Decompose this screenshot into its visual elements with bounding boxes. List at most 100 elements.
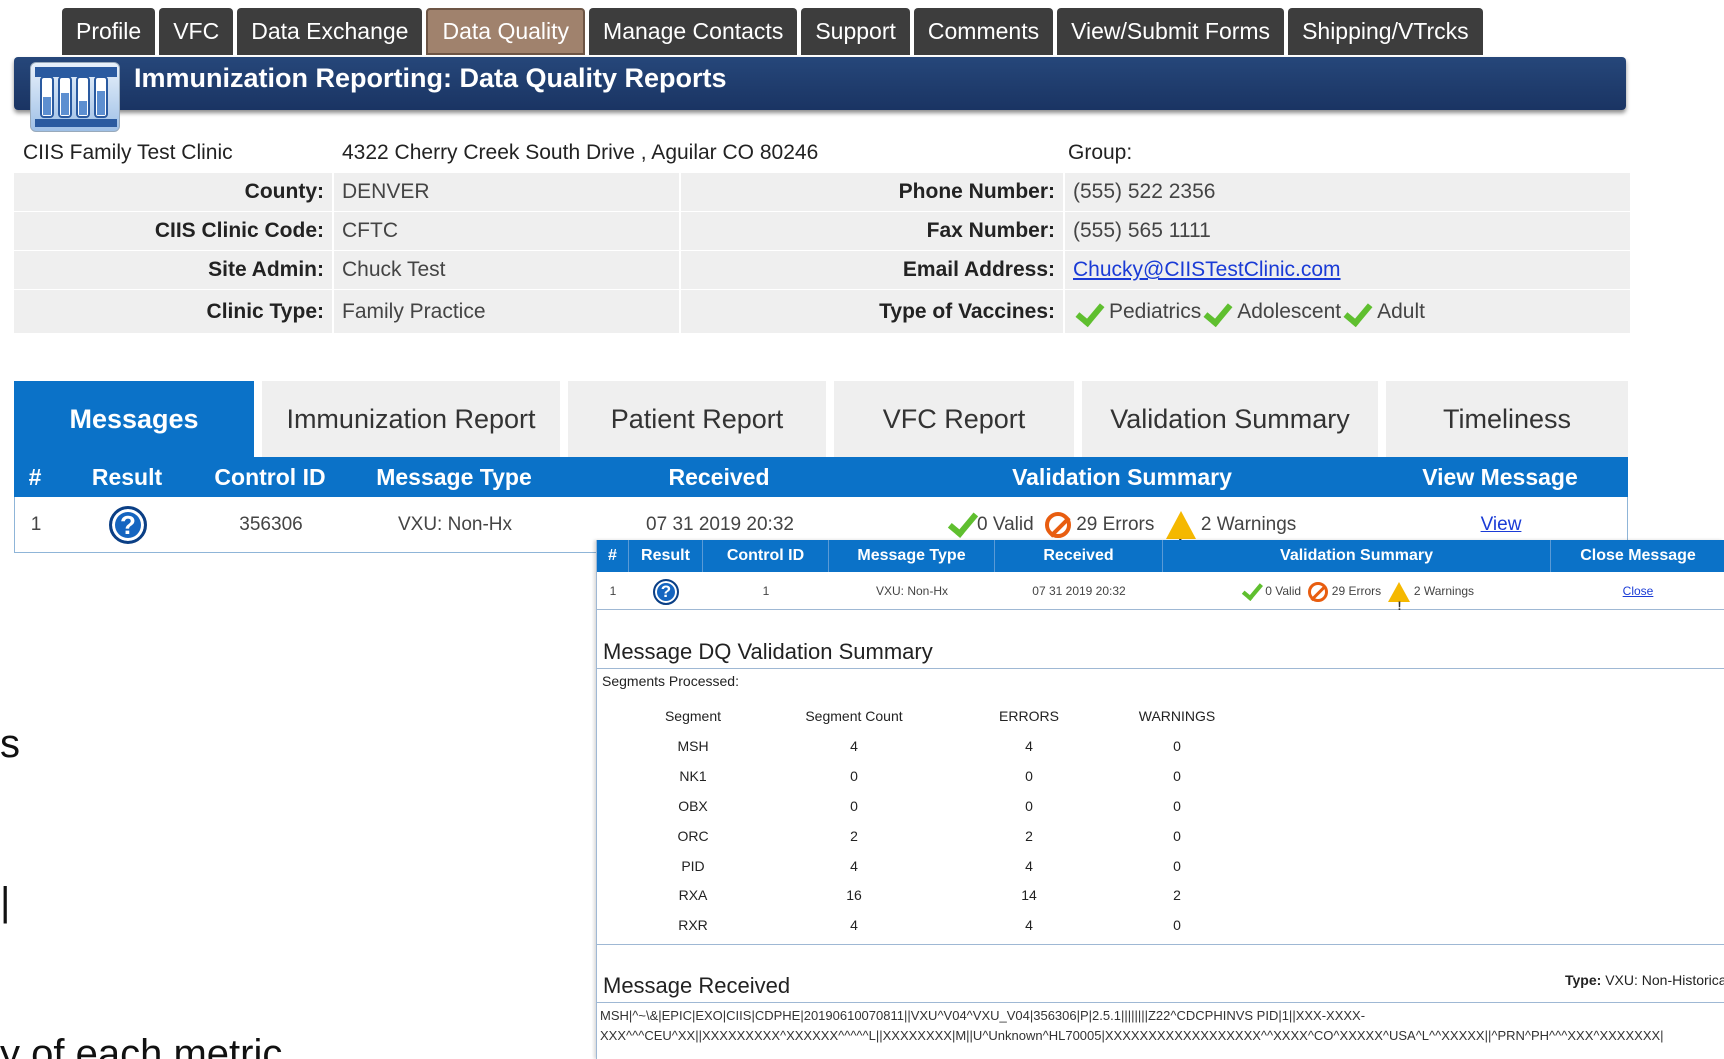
clinic-code-row: CIIS Clinic Code: CFTC Fax Number: (555)… [14, 212, 1630, 251]
col-received: Received [995, 540, 1163, 572]
fax-value: (555) 565 1111 [1073, 219, 1211, 242]
check-icon [950, 514, 972, 536]
type-label: Type: [1565, 972, 1602, 988]
segment-name: NK1 [679, 768, 707, 784]
message-detail-panel: # Result Control ID Message Type Receive… [596, 540, 1724, 1059]
clinic-type-row: Clinic Type: Family Practice Type of Vac… [14, 290, 1630, 334]
error-count: 29 Errors [1331, 584, 1382, 598]
segment-errors: 4 [1025, 858, 1033, 874]
tab-patient-report[interactable]: Patient Report [568, 381, 826, 457]
segment-name: ORC [677, 828, 709, 844]
segment-errors: 4 [1025, 917, 1033, 933]
messages-table-header: # Result Control ID Message Type Receive… [14, 457, 1628, 497]
table-row[interactable]: 1 ? 1 VXU: Non-Hx 07 31 2019 20:32 0 Val… [597, 572, 1724, 625]
site-admin-value: Chuck Test [342, 258, 446, 281]
row-message-type: VXU: Non-Hx [397, 514, 513, 535]
segment-count: 2 [850, 828, 858, 844]
segment-errors: 4 [1025, 738, 1033, 754]
check-icon [1345, 301, 1371, 323]
question-icon[interactable]: ? [109, 505, 147, 544]
col-number: # [28, 464, 42, 490]
main-nav: Profile VFC Data Exchange Data Quality M… [62, 8, 1487, 55]
valid-count: 0 Valid [1265, 584, 1302, 598]
row-control-id: 356306 [239, 514, 303, 535]
nav-tab-manage-contacts[interactable]: Manage Contacts [589, 8, 798, 55]
segment-name: RXA [678, 887, 708, 903]
group-label: Group: [1068, 141, 1133, 164]
tab-validation-summary[interactable]: Validation Summary [1082, 381, 1378, 457]
col-control-id: Control ID [214, 464, 326, 490]
vaccine-adolescent: Adolescent [1237, 299, 1342, 323]
page-title: Immunization Reporting: Data Quality Rep… [134, 63, 727, 93]
tab-vfc-report[interactable]: VFC Report [834, 381, 1074, 457]
tab-immunization-report[interactable]: Immunization Report [262, 381, 560, 457]
nav-tab-support[interactable]: Support [801, 8, 910, 55]
nav-tab-data-quality[interactable]: Data Quality [426, 8, 586, 55]
check-icon [1243, 584, 1258, 599]
email-link[interactable]: Chucky@CIISTestClinic.com [1073, 258, 1341, 282]
email-label: Email Address: [902, 258, 1055, 281]
segment-warnings: 0 [1173, 917, 1181, 933]
clinic-code-label: CIIS Clinic Code: [154, 219, 324, 242]
clinic-type-label: Clinic Type: [206, 299, 324, 323]
segment-errors: 2 [1025, 828, 1033, 844]
warning-count: 2 Warnings [1413, 584, 1475, 598]
vaccine-vials-icon [30, 62, 120, 132]
nav-tab-comments[interactable]: Comments [913, 8, 1054, 55]
fax-label: Fax Number: [926, 219, 1055, 242]
slide-fragment-metric: y of each metric [0, 1032, 283, 1059]
raw-line: XXX^^^CEU^XX||XXXXXXXXX^XXXXXX^^^^^L||XX… [600, 1028, 1664, 1043]
warning-count: 2 Warnings [1200, 514, 1297, 535]
error-count: 29 Errors [1076, 514, 1155, 535]
vaccine-types: Pediatrics Adolescent Adult [1065, 290, 1625, 333]
view-message-link[interactable]: View [1481, 514, 1522, 535]
clinic-name-row: CIIS Family Test Clinic 4322 Cherry Cree… [14, 133, 1630, 173]
segment-errors: 14 [1021, 887, 1037, 903]
site-admin-row: Site Admin: Chuck Test Email Address: Ch… [14, 251, 1630, 290]
check-icon [1205, 301, 1231, 323]
segment-errors: 0 [1025, 768, 1033, 784]
segment-count-header: Segment Count [805, 708, 903, 724]
col-received: Received [668, 464, 770, 490]
vaccine-adult: Adult [1377, 299, 1425, 323]
raw-message-text: MSH|^~\&|EPIC|EXO|CIIS|CDPHE|20190610070… [600, 1006, 1720, 1046]
error-icon [1308, 581, 1329, 602]
clinic-address: 4322 Cherry Creek South Drive , Aguilar … [342, 141, 819, 164]
nav-tab-vfc[interactable]: VFC [159, 8, 234, 55]
segment-errors: 0 [1025, 798, 1033, 814]
segment-name: OBX [678, 798, 708, 814]
col-message-type: Message Type [829, 540, 995, 572]
tab-messages[interactable]: Messages [14, 381, 254, 457]
dq-summary-title: Message DQ Validation Summary [603, 639, 933, 664]
check-icon [1077, 301, 1103, 323]
row-number: 1 [609, 584, 617, 598]
question-icon[interactable]: ? [653, 578, 679, 605]
vaccines-label: Type of Vaccines: [879, 299, 1055, 323]
col-message-type: Message Type [376, 464, 532, 490]
segment-warnings: 0 [1173, 738, 1181, 754]
nav-tab-profile[interactable]: Profile [62, 8, 156, 55]
segments-processed-label: Segments Processed: [602, 673, 739, 689]
segment-warnings: 0 [1173, 828, 1181, 844]
segment-count: 0 [850, 798, 858, 814]
col-validation-summary: Validation Summary [1012, 464, 1232, 490]
detail-table-header: # Result Control ID Message Type Receive… [597, 540, 1724, 572]
nav-tab-view-submit-forms[interactable]: View/Submit Forms [1057, 8, 1285, 55]
nav-tab-shipping-vtrcks[interactable]: Shipping/VTrcks [1288, 8, 1483, 55]
nav-tab-data-exchange[interactable]: Data Exchange [237, 8, 423, 55]
slide-fragment-bar: | [0, 880, 11, 924]
slide-fragment-s: s [0, 722, 20, 766]
row-received: 07 31 2019 20:32 [1032, 584, 1126, 598]
row-control-id: 1 [762, 584, 770, 598]
col-validation-summary: Validation Summary [1163, 540, 1551, 572]
vaccine-pediatrics: Pediatrics [1109, 299, 1202, 323]
clinic-code-value: CFTC [342, 219, 398, 242]
error-icon [1044, 511, 1071, 538]
close-message-link[interactable]: Close [1623, 584, 1654, 598]
phone-value: (555) 522 2356 [1073, 180, 1216, 203]
warnings-header: WARNINGS [1138, 708, 1216, 724]
message-type-label: Type: VXU: Non-Historica [1565, 972, 1724, 988]
segment-warnings: 0 [1173, 768, 1181, 784]
tab-timeliness[interactable]: Timeliness [1386, 381, 1628, 457]
county-row: County: DENVER Phone Number: (555) 522 2… [14, 173, 1630, 212]
